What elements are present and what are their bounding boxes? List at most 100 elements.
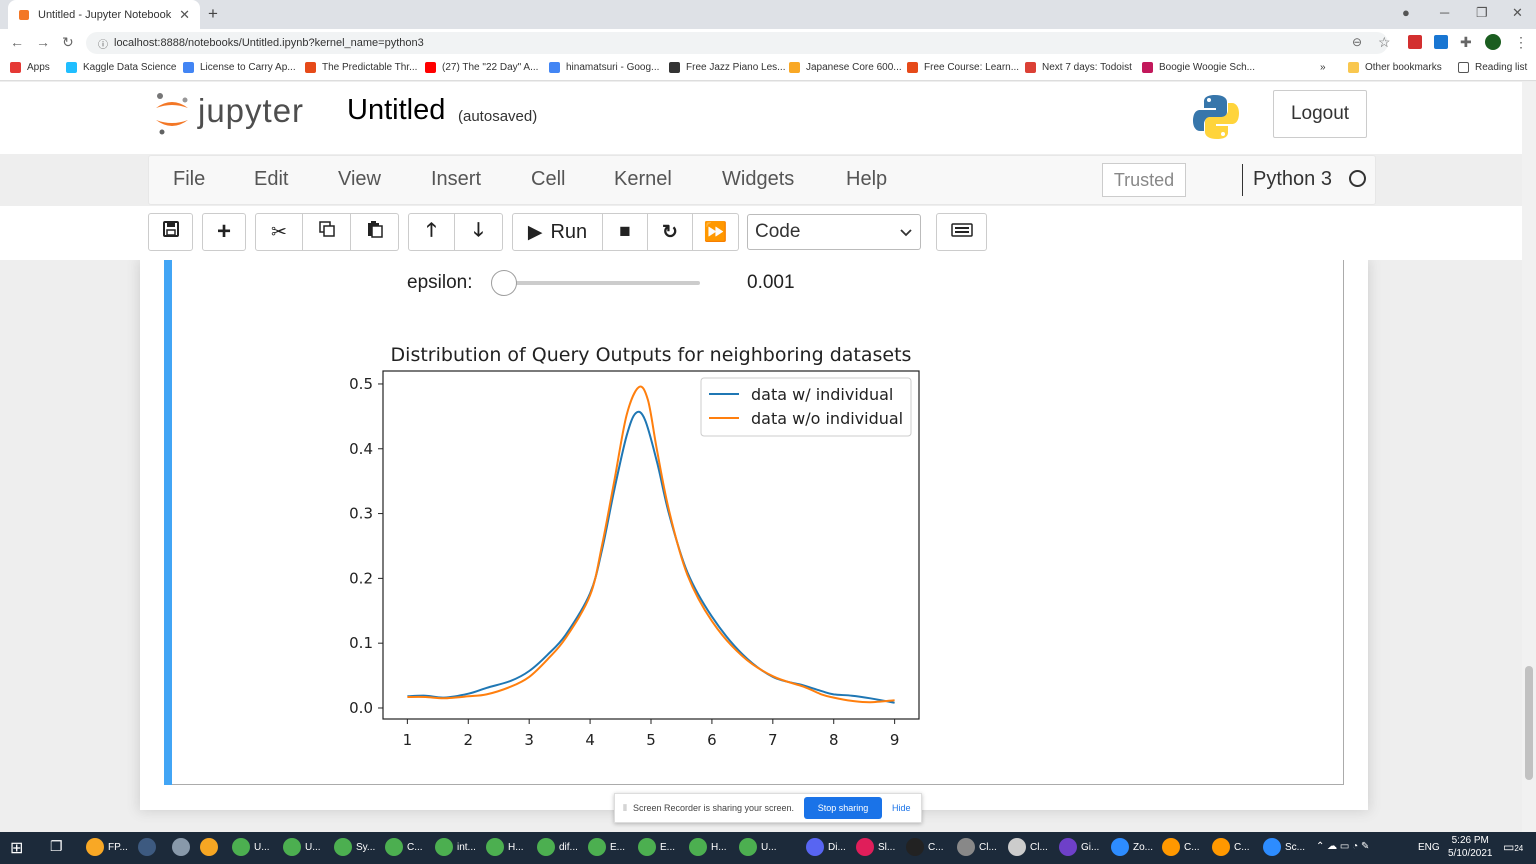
move-up-button[interactable]: 🡑 xyxy=(408,213,455,251)
taskbar-app-button[interactable] xyxy=(138,838,160,856)
taskbar-app-button[interactable]: Sy... xyxy=(334,838,375,856)
address-bar[interactable]: ⓘ localhost:8888/notebooks/Untitled.ipyn… xyxy=(86,32,1388,54)
bookmark-item[interactable]: Apps xyxy=(10,62,50,73)
minimize-icon[interactable]: ─ xyxy=(1440,5,1449,20)
code-cell-output[interactable]: epsilon: 0.001 Distribution of Query Out… xyxy=(164,260,1344,785)
other-bookmarks[interactable]: Other bookmarks xyxy=(1348,62,1442,73)
taskbar-app-button[interactable]: C... xyxy=(1162,838,1200,856)
extension-icon-1[interactable] xyxy=(1408,35,1422,49)
browser-tab-active[interactable]: Untitled - Jupyter Notebook ✕ xyxy=(8,0,200,29)
bookmark-item[interactable]: The Predictable Thr... xyxy=(305,62,417,73)
bookmark-item[interactable]: Japanese Core 600... xyxy=(789,62,902,73)
bookmark-item[interactable]: Free Jazz Piano Les... xyxy=(669,62,786,73)
taskbar-app-button[interactable] xyxy=(172,838,194,856)
epsilon-slider-handle[interactable] xyxy=(491,270,517,296)
taskbar-app-button[interactable]: E... xyxy=(638,838,675,856)
trusted-indicator[interactable]: Trusted xyxy=(1102,163,1186,197)
bookmark-item[interactable]: Free Course: Learn... xyxy=(907,62,1019,73)
bookmark-item[interactable]: Kaggle Data Science xyxy=(66,62,176,73)
new-tab-icon[interactable]: + xyxy=(208,4,218,24)
taskbar-app-button[interactable]: E... xyxy=(588,838,625,856)
run-button[interactable]: ▶ Run xyxy=(512,213,603,251)
bookmark-item[interactable]: hinamatsuri - Goog... xyxy=(549,62,659,73)
taskbar-app-button[interactable]: U... xyxy=(283,838,321,856)
interrupt-button[interactable]: ■ xyxy=(603,213,648,251)
cut-button[interactable]: ✂ xyxy=(255,213,303,251)
epsilon-value[interactable]: 0.001 xyxy=(747,272,795,294)
taskbar-app-button[interactable]: Cl... xyxy=(1008,838,1048,856)
profile-menu-icon[interactable]: ● xyxy=(1402,5,1410,20)
profile-avatar-icon[interactable] xyxy=(1485,34,1501,50)
jupyter-logo-icon[interactable] xyxy=(152,90,192,141)
cell-type-select[interactable]: Code xyxy=(747,214,921,250)
taskbar-app-button[interactable] xyxy=(200,838,222,856)
forward-icon[interactable]: → xyxy=(36,34,50,50)
paste-button[interactable] xyxy=(351,213,399,251)
tray-icons[interactable]: ⌃ ☁ ▭ ◔ ✎ xyxy=(1316,841,1369,852)
save-button[interactable] xyxy=(148,213,193,251)
notifications-button[interactable]: ▭24 xyxy=(1503,840,1523,854)
kernel-name[interactable]: Python 3 xyxy=(1253,168,1332,191)
menu-view[interactable]: View xyxy=(338,168,381,191)
taskbar-app-button[interactable]: H... xyxy=(689,838,727,856)
more-bookmarks-icon[interactable]: » xyxy=(1320,62,1326,73)
close-window-icon[interactable]: ✕ xyxy=(1512,5,1523,21)
menu-kernel[interactable]: Kernel xyxy=(614,168,672,191)
taskbar-app-button[interactable]: Zo... xyxy=(1111,838,1153,856)
menu-insert[interactable]: Insert xyxy=(431,168,481,191)
taskbar-app-button[interactable]: H... xyxy=(486,838,524,856)
close-tab-icon[interactable]: ✕ xyxy=(179,7,190,23)
restart-run-all-button[interactable]: ⏩ xyxy=(693,213,739,251)
taskbar-app-button[interactable]: U... xyxy=(739,838,777,856)
bookmark-item[interactable]: (27) The "22 Day" A... xyxy=(425,62,538,73)
taskbar-app-button[interactable]: Sc... xyxy=(1263,838,1305,856)
taskbar-app-button[interactable]: Cl... xyxy=(957,838,997,856)
move-down-button[interactable]: 🡓 xyxy=(455,213,503,251)
windows-start-icon[interactable]: ⊞ xyxy=(10,838,23,858)
taskbar-app-button[interactable]: Gi... xyxy=(1059,838,1099,856)
logout-button[interactable]: Logout xyxy=(1273,90,1367,138)
task-view-icon[interactable]: ❐ xyxy=(50,838,63,855)
menu-edit[interactable]: Edit xyxy=(254,168,288,191)
command-palette-button[interactable] xyxy=(936,213,987,251)
extension-icon-2[interactable] xyxy=(1434,35,1448,49)
reload-icon[interactable]: ↻ xyxy=(62,34,74,51)
taskbar-app-button[interactable]: Di... xyxy=(806,838,846,856)
menu-help[interactable]: Help xyxy=(846,168,887,191)
taskbar-app-button[interactable]: FP... xyxy=(86,838,128,856)
bookmark-item[interactable]: License to Carry Ap... xyxy=(183,62,296,73)
menu-cell[interactable]: Cell xyxy=(531,168,565,191)
drag-handle-icon[interactable]: ⦀ xyxy=(623,803,627,814)
chrome-menu-icon[interactable]: ⋮ xyxy=(1514,34,1528,51)
zoom-icon[interactable]: ⊖ xyxy=(1352,35,1362,49)
language-indicator[interactable]: ENG xyxy=(1418,842,1440,853)
site-info-icon[interactable]: ⓘ xyxy=(98,36,108,51)
clock[interactable]: 5:26 PM 5/10/2021 xyxy=(1448,835,1493,859)
restart-button[interactable]: ↻ xyxy=(648,213,693,251)
copy-button[interactable] xyxy=(303,213,351,251)
menu-file[interactable]: File xyxy=(173,168,205,191)
stop-sharing-button[interactable]: Stop sharing xyxy=(804,797,883,819)
notebook-title[interactable]: Untitled xyxy=(347,94,445,127)
epsilon-slider-track[interactable] xyxy=(504,281,700,285)
restore-icon[interactable]: ❐ xyxy=(1476,5,1488,21)
taskbar-app-button[interactable]: C... xyxy=(1212,838,1250,856)
extensions-puzzle-icon[interactable]: ✚ xyxy=(1460,34,1472,51)
back-icon[interactable]: ← xyxy=(10,34,24,50)
bookmark-item[interactable]: Next 7 days: Todoist xyxy=(1025,62,1132,73)
taskbar-app-button[interactable]: C... xyxy=(906,838,944,856)
bookmark-star-icon[interactable]: ☆ xyxy=(1378,34,1391,51)
menu-widgets[interactable]: Widgets xyxy=(722,168,794,191)
bookmark-item[interactable]: Boogie Woogie Sch... xyxy=(1142,62,1255,73)
page-scrollbar[interactable] xyxy=(1522,82,1536,832)
taskbar-app-button[interactable]: int... xyxy=(435,838,476,856)
taskbar-app-button[interactable]: dif... xyxy=(537,838,578,856)
bookmark-label: Free Course: Learn... xyxy=(924,62,1020,73)
taskbar-app-button[interactable]: U... xyxy=(232,838,270,856)
insert-cell-button[interactable]: + xyxy=(202,213,246,251)
reading-list[interactable]: Reading list xyxy=(1458,62,1527,73)
taskbar-app-button[interactable]: C... xyxy=(385,838,423,856)
hide-button[interactable]: Hide xyxy=(892,803,911,813)
taskbar-app-button[interactable]: Sl... xyxy=(856,838,895,856)
scrollbar-thumb[interactable] xyxy=(1525,666,1533,780)
